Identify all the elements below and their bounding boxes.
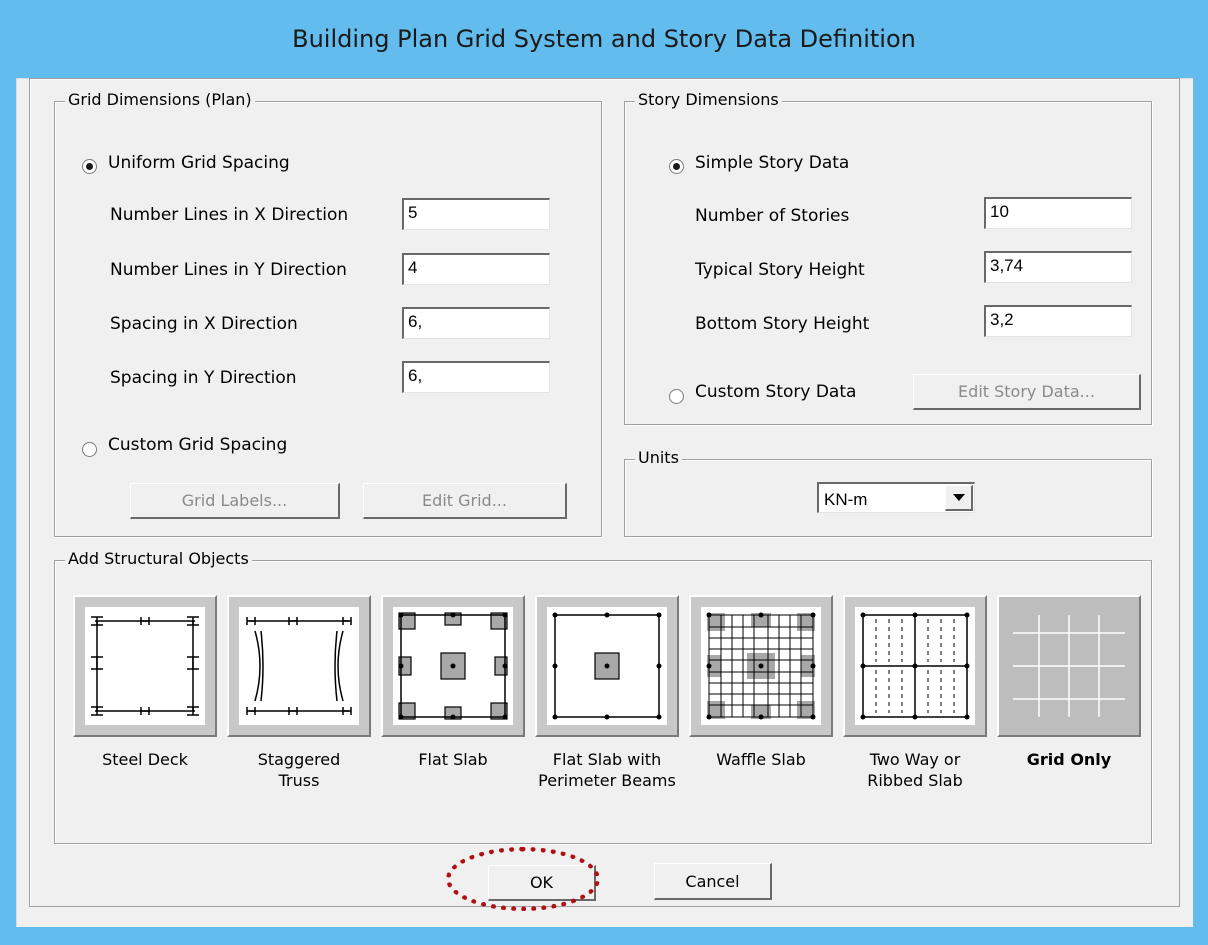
custom-grid-radio[interactable] [82,442,97,457]
bottom-height-label: Bottom Story Height [695,314,870,334]
units-group: Units KN-m [624,448,1152,537]
waffle-slab-label: Waffle Slab [716,750,806,769]
two-way-ribbed-slab-label: Two Way or Ribbed Slab [867,750,963,790]
grid-only-tile[interactable] [997,595,1141,737]
simple-story-radio[interactable] [669,159,684,174]
story-dimensions-legend: Story Dimensions [635,90,782,109]
flat-slab-icon [393,607,513,725]
staggered-truss-tile[interactable] [227,595,371,737]
steel-deck-tile[interactable] [73,595,217,737]
num-stories-input[interactable]: 10 [984,197,1132,229]
custom-story-radio[interactable] [669,389,684,404]
ok-button-highlight [446,847,600,911]
flat-slab-perimeter-beams-label: Flat Slab with Perimeter Beams [538,750,676,790]
edit-grid-button[interactable]: Edit Grid... [363,483,567,519]
waffle-slab-icon [701,607,821,725]
flat-slab-tile[interactable] [381,595,525,737]
two-way-ribbed-slab-icon [855,607,975,725]
x-lines-input[interactable]: 5 [402,198,550,230]
story-dimensions-group: Story Dimensions Simple Story Data Numbe… [624,90,1152,425]
uniform-grid-radio[interactable] [82,159,97,174]
dialog-inner-frame: Grid Dimensions (Plan) Uniform Grid Spac… [29,78,1180,911]
y-lines-input[interactable]: 4 [402,253,550,285]
x-lines-label: Number Lines in X Direction [110,205,349,225]
cancel-button[interactable]: Cancel [654,863,772,900]
dialog-client-area: Grid Dimensions (Plan) Uniform Grid Spac… [16,78,1193,927]
custom-grid-label: Custom Grid Spacing [108,435,288,455]
grid-only-icon [1013,615,1125,717]
typical-height-input[interactable]: 3,74 [984,251,1132,283]
staggered-truss-icon [239,607,359,725]
dialog-window: Building Plan Grid System and Story Data… [0,0,1208,945]
waffle-slab-tile[interactable] [689,595,833,737]
edit-story-data-button[interactable]: Edit Story Data... [913,374,1141,410]
x-spacing-input[interactable]: 6, [402,307,550,339]
flat-slab-perimeter-beams-icon [547,607,667,725]
num-stories-label: Number of Stories [695,206,850,226]
two-way-ribbed-slab-tile[interactable] [843,595,987,737]
units-select[interactable]: KN-m [817,482,975,513]
grid-only-label: Grid Only [1026,750,1112,769]
y-spacing-input[interactable]: 6, [402,361,550,393]
chevron-down-icon [952,493,965,501]
bottom-height-input[interactable]: 3,2 [984,305,1132,337]
units-legend: Units [635,448,682,467]
flat-slab-label: Flat Slab [418,750,488,769]
custom-story-label: Custom Story Data [695,382,857,402]
staggered-truss-label: Staggered Truss [257,750,341,790]
flat-slab-perimeter-beams-tile[interactable] [535,595,679,737]
y-spacing-label: Spacing in Y Direction [110,368,297,388]
steel-deck-icon [85,607,205,725]
simple-story-label: Simple Story Data [695,153,850,173]
units-dropdown-button[interactable] [945,485,973,511]
structural-objects-group: Add Structural Objects Steel Deck Stagge… [54,549,1152,844]
x-spacing-label: Spacing in X Direction [110,314,298,334]
grid-dimensions-group: Grid Dimensions (Plan) Uniform Grid Spac… [54,90,602,537]
dialog-title: Building Plan Grid System and Story Data… [292,25,916,53]
uniform-grid-label: Uniform Grid Spacing [108,153,290,173]
grid-labels-button[interactable]: Grid Labels... [130,483,340,519]
grid-dimensions-legend: Grid Dimensions (Plan) [65,90,255,109]
units-select-value: KN-m [824,490,868,509]
steel-deck-label: Steel Deck [102,750,188,769]
typical-height-label: Typical Story Height [695,260,865,280]
structural-objects-legend: Add Structural Objects [65,549,252,568]
y-lines-label: Number Lines in Y Direction [110,260,347,280]
